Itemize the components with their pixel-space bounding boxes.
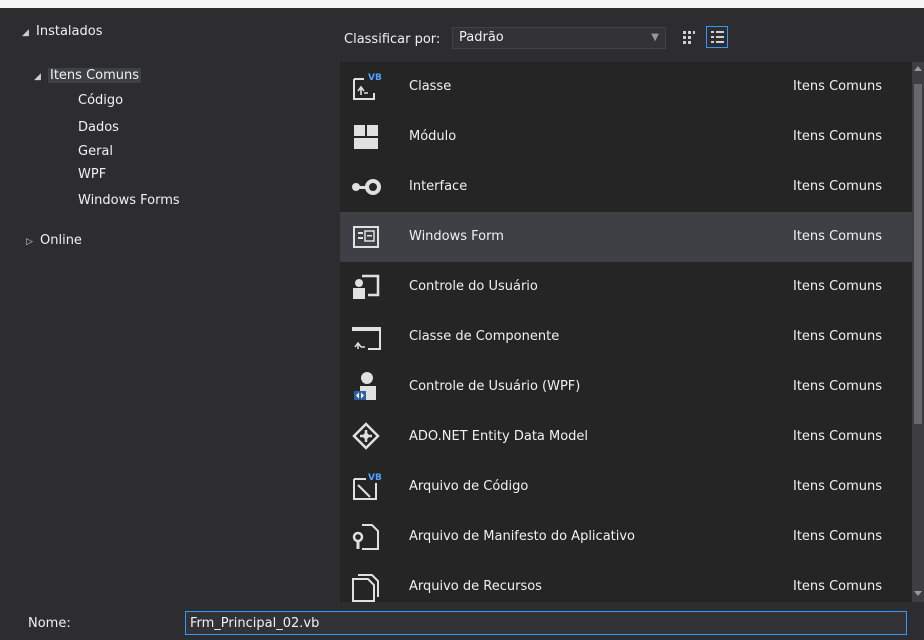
- manifest-icon: [350, 521, 382, 553]
- svg-text:VB: VB: [368, 473, 382, 483]
- component-class-icon: [350, 321, 382, 353]
- item-category: Itens Comuns: [793, 479, 883, 494]
- window-top-border: [0, 0, 924, 8]
- list-item-classe-de-componente[interactable]: Classe de Componente Itens Comuns: [340, 312, 912, 362]
- tree-node-installed[interactable]: ◢ Instalados: [22, 22, 102, 42]
- tree-node-codigo[interactable]: Código: [78, 91, 123, 111]
- item-name: Windows Form: [409, 229, 504, 244]
- tree-node-label: Online: [40, 233, 82, 248]
- scroll-thumb[interactable]: [914, 84, 922, 424]
- list-item-ado-net-entity-data-model[interactable]: ADO.NET Entity Data Model Itens Comuns: [340, 412, 912, 462]
- item-category: Itens Comuns: [793, 179, 883, 194]
- name-bar: Nome:: [0, 602, 924, 640]
- item-category: Itens Comuns: [793, 429, 883, 444]
- list-item-modulo[interactable]: Módulo Itens Comuns: [340, 112, 912, 162]
- interface-icon: [350, 171, 382, 203]
- tree-node-label: Instalados: [36, 24, 103, 39]
- item-category: Itens Comuns: [793, 129, 883, 144]
- tree-node-geral[interactable]: Geral: [78, 142, 113, 162]
- item-category: Itens Comuns: [793, 229, 883, 244]
- sort-toolbar: Classificar por: Padrão ▼: [336, 14, 924, 64]
- svg-text:VB: VB: [368, 73, 382, 83]
- list-item-arquivo-de-recursos[interactable]: Arquivo de Recursos Itens Comuns: [340, 562, 912, 602]
- list-item-controle-de-usuario-wpf[interactable]: Controle de Usuário (WPF) Itens Comuns: [340, 362, 912, 412]
- scroll-up-arrow-icon[interactable]: [914, 66, 922, 71]
- user-control-icon: [350, 271, 382, 303]
- sort-dropdown-value: Padrão: [459, 30, 504, 45]
- resource-file-icon: [350, 571, 382, 602]
- item-category: Itens Comuns: [793, 79, 883, 94]
- item-category: Itens Comuns: [793, 279, 883, 294]
- item-name: Interface: [409, 179, 468, 194]
- item-name: Classe: [409, 79, 452, 94]
- list-item-windows-form[interactable]: Windows Form Itens Comuns: [340, 212, 912, 262]
- sort-label: Classificar por:: [344, 32, 441, 47]
- tree-node-label: Itens Comuns: [48, 68, 142, 83]
- item-name: Controle de Usuário (WPF): [409, 379, 581, 394]
- module-icon: [350, 121, 382, 153]
- list-item-arquivo-de-manifesto[interactable]: Arquivo de Manifesto do Aplicativo Itens…: [340, 512, 912, 562]
- item-category: Itens Comuns: [793, 329, 883, 344]
- item-category: Itens Comuns: [793, 579, 883, 594]
- details-view-button[interactable]: [706, 26, 728, 48]
- tree-node-windows-forms[interactable]: Windows Forms: [78, 191, 180, 211]
- item-name: Arquivo de Recursos: [409, 579, 542, 594]
- entity-model-icon: [350, 421, 382, 453]
- list-item-controle-do-usuario[interactable]: Controle do Usuário Itens Comuns: [340, 262, 912, 312]
- tree-node-dados[interactable]: Dados: [78, 118, 119, 138]
- grid-view-icon: [683, 31, 695, 44]
- item-name: Módulo: [409, 129, 457, 144]
- template-list: VB Classe Itens Comuns Módulo Itens Comu…: [340, 62, 912, 602]
- small-icons-view-button[interactable]: [678, 26, 700, 48]
- tree-node-common-items[interactable]: ◢ Itens Comuns: [34, 66, 142, 87]
- item-name: Classe de Componente: [409, 329, 560, 344]
- expanded-arrow-icon[interactable]: ◢: [22, 23, 36, 43]
- file-name-input[interactable]: [185, 611, 907, 635]
- class-vb-icon: VB: [350, 71, 382, 103]
- sort-dropdown[interactable]: Padrão ▼: [452, 27, 666, 49]
- wpf-user-control-icon: [350, 371, 382, 403]
- list-item-arquivo-de-codigo[interactable]: VB Arquivo de Código Itens Comuns: [340, 462, 912, 512]
- name-label: Nome:: [28, 616, 71, 631]
- code-file-vb-icon: VB: [350, 471, 382, 503]
- tree-node-online[interactable]: ▷ Online: [26, 231, 82, 251]
- item-name: Arquivo de Código: [409, 479, 529, 494]
- item-name: Arquivo de Manifesto do Aplicativo: [409, 529, 636, 544]
- item-category: Itens Comuns: [793, 529, 883, 544]
- list-view-icon: [711, 31, 724, 43]
- windows-form-icon: [350, 221, 382, 253]
- list-item-classe[interactable]: VB Classe Itens Comuns: [340, 62, 912, 112]
- item-name: Controle do Usuário: [409, 279, 538, 294]
- list-scrollbar[interactable]: [912, 62, 924, 602]
- expanded-arrow-icon[interactable]: ◢: [34, 67, 48, 87]
- scroll-down-arrow-icon[interactable]: [914, 591, 922, 596]
- template-tree: ◢ Instalados ◢ Itens Comuns Código Dados G…: [0, 14, 336, 602]
- item-name: ADO.NET Entity Data Model: [409, 429, 589, 444]
- tree-node-wpf[interactable]: WPF: [78, 165, 106, 185]
- chevron-down-icon: ▼: [651, 32, 659, 43]
- list-item-interface[interactable]: Interface Itens Comuns: [340, 162, 912, 212]
- collapsed-arrow-icon[interactable]: ▷: [26, 232, 40, 252]
- item-category: Itens Comuns: [793, 379, 883, 394]
